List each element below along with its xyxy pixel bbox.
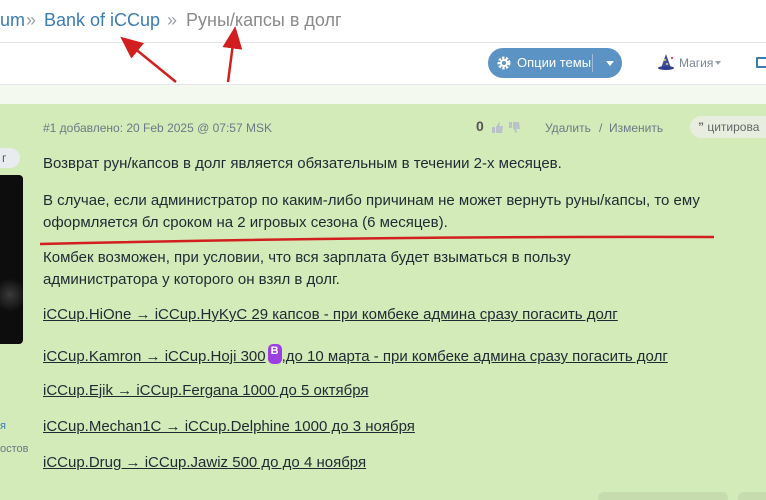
post-paragraph: Возврат рун/капсов в долг является обяза… <box>43 155 562 172</box>
chevron-down-icon <box>715 61 721 65</box>
breadcrumb: um » Bank of iCCup » Руны/капсы в долг <box>0 0 766 42</box>
footer-button[interactable] <box>738 492 766 500</box>
post-paragraph: В случае, если администратор по каким-ли… <box>43 192 700 231</box>
separator-strip <box>0 84 766 104</box>
breadcrumb-current: Руны/капсы в долг <box>186 10 342 30</box>
chevron-down-icon[interactable] <box>606 61 614 66</box>
debt-entry[interactable]: iCCup.Mechan1C → iCCup.Delphine 1000 до … <box>43 418 415 435</box>
debt-entry[interactable]: iCCup.Drug → iCCup.Jawiz 500 до до 4 ноя… <box>43 454 366 471</box>
gear-icon <box>497 56 511 70</box>
thread-options-button[interactable]: Опции темы <box>488 48 622 78</box>
quote-label: цитирова <box>707 120 760 134</box>
post-meta: #1 добавлено: 20 Feb 2025 @ 07:57 MSK <box>43 121 272 135</box>
user-profile-link[interactable]: я <box>0 420 6 432</box>
avatar[interactable] <box>0 175 23 344</box>
thread-toolbar: Опции темы Магия <box>0 42 766 84</box>
button-divider <box>592 54 593 72</box>
debt-entry[interactable]: iCCup.Ejik → iCCup.Fergana 1000 до 5 окт… <box>43 382 369 399</box>
thumbs-down-icon[interactable] <box>508 121 521 134</box>
breadcrumb-forum-link[interactable]: um <box>0 10 25 31</box>
breadcrumb-separator: » <box>26 10 37 30</box>
quote-button[interactable]: ” цитирова <box>690 116 766 138</box>
debt-entry[interactable]: iCCup.HiOne → iCCup.HyKyC 29 капсов - пр… <box>43 306 618 323</box>
user-post-count: остов <box>0 443 29 455</box>
footer-button[interactable] <box>598 492 728 500</box>
breadcrumb-separator: » <box>167 10 178 30</box>
quote-icon: ” <box>698 120 708 134</box>
bolt-badge-icon <box>267 344 282 364</box>
post-paragraph: Комбек возможен, при условии, что вся за… <box>43 249 571 288</box>
edit-link[interactable]: Изменить <box>609 121 663 135</box>
wizard-hat-icon <box>658 54 674 70</box>
thumbs-up-icon[interactable] <box>491 121 504 134</box>
layout-icon[interactable] <box>756 57 766 68</box>
thread-options-label: Опции темы <box>517 55 592 70</box>
debt-entry[interactable]: iCCup.Kamron → iCCup.Hoji 300 ,до 10 март… <box>43 344 668 365</box>
debt-entry-text: ,до 10 марта - при комбеке админа сразу … <box>281 348 668 365</box>
magic-label: Магия <box>679 56 714 70</box>
post-score: 0 <box>476 118 484 134</box>
breadcrumb-bank-link[interactable]: Bank of iCCup <box>44 10 160 31</box>
delete-link[interactable]: Удалить <box>545 121 591 135</box>
action-separator: / <box>599 121 603 135</box>
debt-entry-text: iCCup.Kamron → iCCup.Hoji 300 <box>43 348 266 365</box>
user-rank-badge: г <box>0 148 20 168</box>
